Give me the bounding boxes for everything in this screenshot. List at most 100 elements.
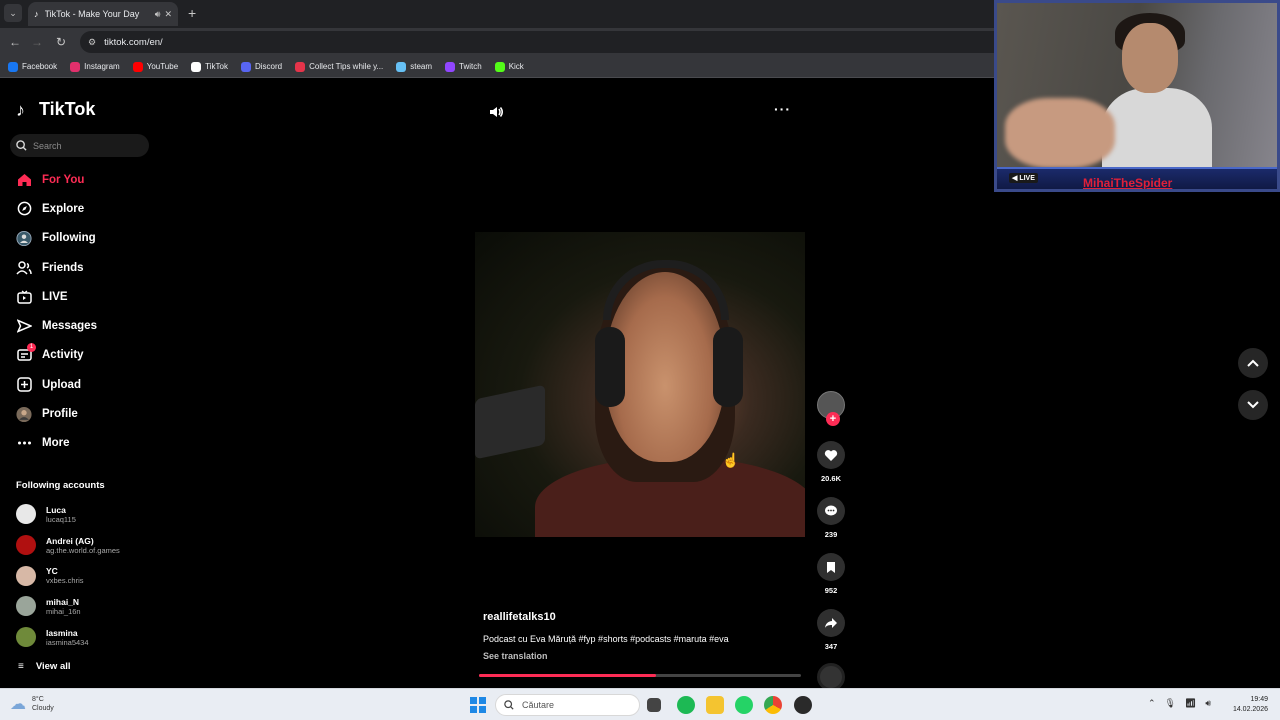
sidebar-item-label: For You xyxy=(42,173,85,186)
bookmark-item[interactable]: Discord xyxy=(240,61,283,72)
tab-audio-icon[interactable]: 🔊︎ xyxy=(155,9,161,20)
video-caption-block: reallifetalks10 Podcast cu Eva Măruță #f… xyxy=(483,611,803,661)
bookmark-item[interactable]: Facebook xyxy=(8,61,57,72)
following-account-item[interactable]: Iasmina iasmina5434 xyxy=(16,622,120,653)
share-button[interactable] xyxy=(817,609,845,637)
live-icon xyxy=(16,289,32,305)
following-account-item[interactable]: YC vxbes.chris xyxy=(16,560,120,591)
avatar xyxy=(16,504,36,525)
tab-search-button[interactable]: ⌄ xyxy=(4,4,22,22)
tray-chevron-icon[interactable]: ⌃ xyxy=(1148,698,1156,709)
live-badge: ◀ LIVE xyxy=(1009,173,1038,183)
see-translation-link[interactable]: See translation xyxy=(483,651,803,661)
new-tab-button[interactable]: + xyxy=(188,4,196,22)
account-name: mihai_N xyxy=(46,596,80,607)
video-username[interactable]: reallifetalks10 xyxy=(483,611,803,623)
file-explorer-icon[interactable] xyxy=(706,696,724,714)
following-account-item[interactable]: mihai_N mihai_16n xyxy=(16,591,120,622)
site-info-icon[interactable]: ⚙ xyxy=(88,37,96,48)
bookmark-item[interactable]: Instagram xyxy=(70,61,120,72)
bookmark-item[interactable]: TikTok xyxy=(191,61,228,72)
sidebar-item-label: Explore xyxy=(42,202,85,215)
forward-icon[interactable]: → xyxy=(28,33,46,51)
sidebar-item-upload[interactable]: Upload xyxy=(0,370,170,399)
home-icon xyxy=(16,172,32,188)
bookmark-favicon-icon xyxy=(132,61,143,72)
taskbar-search-input[interactable]: Căutare xyxy=(495,694,640,716)
follow-plus-icon[interactable]: + xyxy=(826,412,840,426)
spotify-icon[interactable] xyxy=(677,696,695,714)
previous-video-button[interactable] xyxy=(1238,348,1268,378)
task-view-icon[interactable] xyxy=(647,698,661,712)
next-video-button[interactable] xyxy=(1238,390,1268,420)
volume-icon xyxy=(490,107,503,117)
back-icon[interactable]: ← xyxy=(6,33,24,51)
activity-icon: 1 xyxy=(16,343,36,363)
tiktok-logo[interactable]: ♪ TikTok xyxy=(16,99,95,120)
sidebar-item-label: Messages xyxy=(42,320,97,333)
search-input[interactable]: Search xyxy=(10,134,149,157)
tab-close-icon[interactable]: ✕ xyxy=(164,9,172,20)
following-account-item[interactable]: Andrei (AG) ag.the.world.of.games xyxy=(16,530,120,561)
clock-time: 19:49 xyxy=(1250,696,1268,703)
sidebar-item-profile[interactable]: Profile xyxy=(0,399,170,428)
webcam-person-hand xyxy=(1005,98,1115,168)
sidebar-item-for-you[interactable]: For You xyxy=(0,165,170,194)
bookmark-item[interactable]: steam xyxy=(396,61,432,72)
windows-start-icon[interactable] xyxy=(470,697,486,713)
bookmark-label: Collect Tips while y... xyxy=(309,62,384,71)
like-action[interactable]: 20.6K xyxy=(816,441,846,483)
windows-taskbar: ☁ 8°C Cloudy Căutare ⌃ 🎙︎ 📶︎ 🔊︎ 19:49 14… xyxy=(0,688,1280,720)
comment-action[interactable]: 239 xyxy=(816,497,846,539)
creator-avatar[interactable]: + xyxy=(817,391,845,426)
bookmark-item[interactable]: Kick xyxy=(494,61,524,72)
bookmark-item[interactable]: YouTube xyxy=(132,61,178,72)
search-icon xyxy=(16,140,27,151)
comment-button[interactable] xyxy=(817,497,845,525)
bookmark-label: Discord xyxy=(254,62,283,71)
app-icon[interactable] xyxy=(794,696,812,714)
share-action[interactable]: 347 xyxy=(816,609,846,651)
bookmark-label: TikTok xyxy=(205,62,228,71)
volume-button[interactable] xyxy=(488,104,504,125)
like-button[interactable] xyxy=(817,441,845,469)
taskbar-clock[interactable]: 19:49 14.02.2026 xyxy=(1228,695,1268,715)
bookmark-item[interactable]: Collect Tips while y... xyxy=(295,61,384,72)
heart-icon xyxy=(824,449,838,461)
like-count: 20.6K xyxy=(820,474,841,483)
following-account-item[interactable]: Luca lucaq115 xyxy=(16,499,120,530)
more-options-icon[interactable]: ··· xyxy=(774,101,791,117)
sidebar-item-more[interactable]: More xyxy=(0,429,170,458)
sidebar-item-following[interactable]: Following xyxy=(0,224,170,253)
view-all-button[interactable]: ≡ View all xyxy=(18,661,71,672)
speaker-icon[interactable]: 🔊︎ xyxy=(1205,698,1211,709)
weather-widget[interactable]: ☁ 8°C Cloudy xyxy=(10,694,54,714)
account-handle: mihai_16n xyxy=(46,606,81,616)
video-progress-fill xyxy=(479,674,657,677)
browser-tab[interactable]: ♪ TikTok - Make Your Day 🔊︎ ✕ xyxy=(28,2,178,26)
reload-icon[interactable]: ↻ xyxy=(52,33,70,51)
whatsapp-icon[interactable] xyxy=(735,696,753,714)
microphone-icon[interactable]: 🎙︎ xyxy=(1165,698,1176,709)
logo-text: TikTok xyxy=(39,99,96,119)
bookmark-favicon-icon xyxy=(70,61,81,72)
sidebar-item-friends[interactable]: Friends xyxy=(0,253,170,282)
save-action[interactable]: 952 xyxy=(816,553,846,595)
video-player[interactable] xyxy=(475,232,805,537)
wifi-icon[interactable]: 📶︎ xyxy=(1185,698,1196,709)
music-disc-icon[interactable] xyxy=(817,663,845,691)
sidebar-item-explore[interactable]: Explore xyxy=(0,194,170,223)
sidebar-item-label: Friends xyxy=(42,261,84,274)
sidebar-item-activity[interactable]: 1 Activity xyxy=(0,341,170,370)
bookmark-item[interactable]: Twitch xyxy=(445,61,482,72)
bookmark-favicon-icon xyxy=(191,61,202,72)
chrome-icon[interactable] xyxy=(764,696,782,714)
sidebar-item-messages[interactable]: Messages xyxy=(0,311,170,340)
video-progress-bar[interactable] xyxy=(479,674,801,677)
bookmark-favicon-icon xyxy=(445,61,456,72)
system-tray: ⌃ 🎙︎ 📶︎ 🔊︎ xyxy=(1148,698,1220,709)
save-button[interactable] xyxy=(817,553,845,581)
avatar xyxy=(16,596,36,617)
sidebar-item-live[interactable]: LIVE xyxy=(0,282,170,311)
following-icon xyxy=(16,230,32,246)
